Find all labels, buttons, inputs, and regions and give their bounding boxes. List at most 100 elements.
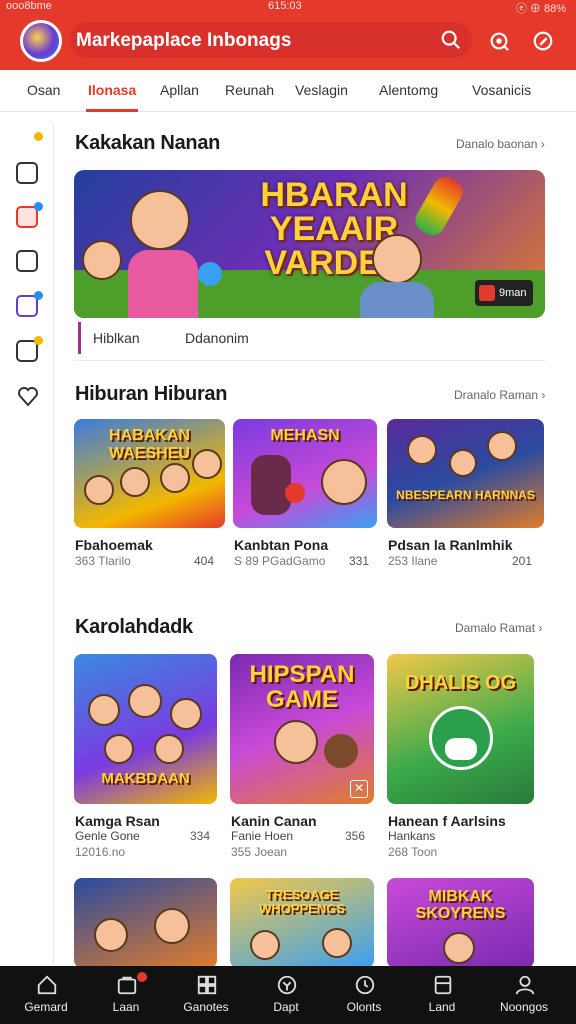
profile-icon [515, 975, 535, 995]
character-dad [372, 234, 422, 284]
app-logo[interactable] [20, 20, 62, 62]
sidebar-dot [34, 132, 43, 141]
section2-title: Hiburan Hiburan [75, 383, 228, 405]
nav-notification-dot [137, 972, 147, 982]
section3-title: Karolahdadk [75, 616, 193, 638]
card-subtitle: Hankans [388, 829, 436, 843]
banner-badge: 9man [475, 280, 533, 306]
tab-apllan[interactable]: Apllan [160, 82, 199, 98]
card-title: Hanean f Aarlsins [388, 813, 506, 829]
nav-label: Land [428, 1000, 456, 1014]
character [449, 449, 477, 477]
tab-reunah[interactable]: Reunah [225, 82, 274, 98]
subtab-ddanonim[interactable]: Ddanonim [185, 322, 249, 354]
settings-icon[interactable] [532, 30, 554, 52]
game-card-6[interactable]: DHALIS OG [387, 654, 534, 804]
card-count: 201 [512, 554, 533, 568]
card-subtitle: Fanie Hoen [231, 829, 294, 843]
card-art-text: MAKBDAAN [101, 770, 190, 787]
nav-item-dapt[interactable]: Dapt [246, 966, 326, 1024]
character [160, 463, 190, 493]
card-meta: 355 Joean [231, 845, 288, 859]
notification-icon[interactable] [488, 30, 510, 52]
card-count: 404 [194, 554, 215, 568]
sidebar-dot [34, 291, 43, 300]
game-card-8[interactable]: TRESOAGE WHOPPENGS [230, 878, 374, 968]
card-title: Kanbtan Pona [234, 537, 329, 553]
game-card-3[interactable]: NBESPEARN HARNNAS [387, 419, 544, 528]
card-subtitle: S 89 PGadGamo [234, 554, 326, 568]
game-card-4[interactable]: MAKBDAAN [74, 654, 217, 804]
status-bar: ooo8bme 615:03 ⓔ ⊕ 88% [0, 0, 576, 15]
character [443, 932, 475, 964]
character [84, 475, 114, 505]
game-card-2[interactable]: MEHASN [233, 419, 377, 528]
clock-icon [355, 975, 375, 995]
home-icon [37, 975, 57, 995]
character [94, 918, 128, 952]
card-subtitle: 363 Tlarilo [75, 554, 131, 568]
search-icon[interactable] [440, 29, 462, 51]
camera-icon[interactable] [16, 162, 38, 184]
nav-item-olonts[interactable]: Olonts [324, 966, 404, 1024]
nav-label: Dapt [273, 1000, 299, 1014]
card-art-text: DHALIS OG [404, 672, 517, 694]
card-meta: 12016.no [75, 845, 126, 859]
card-title: Kamga Rsan [75, 813, 160, 829]
location-icon [277, 975, 297, 995]
nav-item-laan[interactable]: Laan [86, 966, 166, 1024]
tab-osan[interactable]: Osan [27, 82, 60, 98]
tab-veslagin[interactable]: Veslagin [295, 82, 348, 98]
card-count: 331 [349, 554, 370, 568]
card-subtitle: 253 Ilane [388, 554, 438, 568]
tab-alentomg[interactable]: Alentomg [379, 82, 438, 98]
creature [251, 455, 291, 515]
game-card-7[interactable] [74, 878, 217, 968]
featured-see-all[interactable]: Danalo baonan › [456, 137, 545, 151]
character [120, 467, 150, 497]
category-tabs: Osan Ilonasa Apllan Reunah Veslagin Alen… [0, 70, 576, 112]
nav-item-ganotes[interactable]: Ganotes [166, 966, 246, 1024]
divider [74, 360, 546, 361]
section3-see-all[interactable]: Damalo Ramat › [455, 621, 542, 635]
character [250, 930, 280, 960]
nav-label: Olonts [346, 1000, 382, 1014]
card-subtitle: Genle Gone [75, 829, 140, 843]
sidebar [0, 120, 54, 965]
chat-icon[interactable] [16, 250, 38, 272]
heart-icon[interactable] [16, 384, 40, 408]
game-card-1[interactable]: HABAKAN WAESHEU [74, 419, 225, 528]
character [407, 435, 437, 465]
close-icon[interactable]: ✕ [350, 780, 368, 798]
game-card-5[interactable]: HIPSPAN GAME ✕ [230, 654, 374, 804]
card-art-text: MEHASN [270, 427, 340, 444]
nav-item-gemard[interactable]: Gemard [6, 966, 86, 1024]
search-bar[interactable]: Markepaplace Inbonags [70, 22, 472, 58]
card-art-text: TRESOAGE WHOPPENGS [259, 887, 345, 916]
subtab-hiblkan[interactable]: Hiblkan [78, 322, 168, 354]
sidebar-dot [34, 336, 43, 345]
card-title: Pdsan la Ranlmhik [388, 537, 513, 553]
character [192, 449, 222, 479]
card-art-text: HIPSPAN GAME [249, 661, 355, 713]
character [88, 694, 120, 726]
character [154, 908, 190, 944]
character [321, 459, 367, 505]
nav-item-noongos[interactable]: Noongos [484, 966, 564, 1024]
tab-vosanicis[interactable]: Vosanicis [472, 82, 531, 98]
character [154, 734, 184, 764]
sidebar-dot [34, 202, 43, 211]
game-card-9[interactable]: MIBKAK SKOYRENS [387, 878, 534, 968]
section2-see-all[interactable]: Dranalo Raman › [454, 388, 545, 402]
nav-label: Gemard [24, 1000, 68, 1014]
featured-title: Kakakan Nanan [75, 132, 221, 154]
character [128, 684, 162, 718]
nav-label: Laan [112, 1000, 140, 1014]
nav-item-land[interactable]: Land [402, 966, 482, 1024]
ball-icon [285, 483, 305, 503]
active-tab-indicator [86, 109, 138, 112]
character-child [82, 240, 122, 280]
card-title: Kanin Canan [231, 813, 317, 829]
featured-banner[interactable]: HBARAN YEAAIR VARDES 9man [74, 170, 545, 318]
tab-ilonasa[interactable]: Ilonasa [88, 82, 136, 98]
